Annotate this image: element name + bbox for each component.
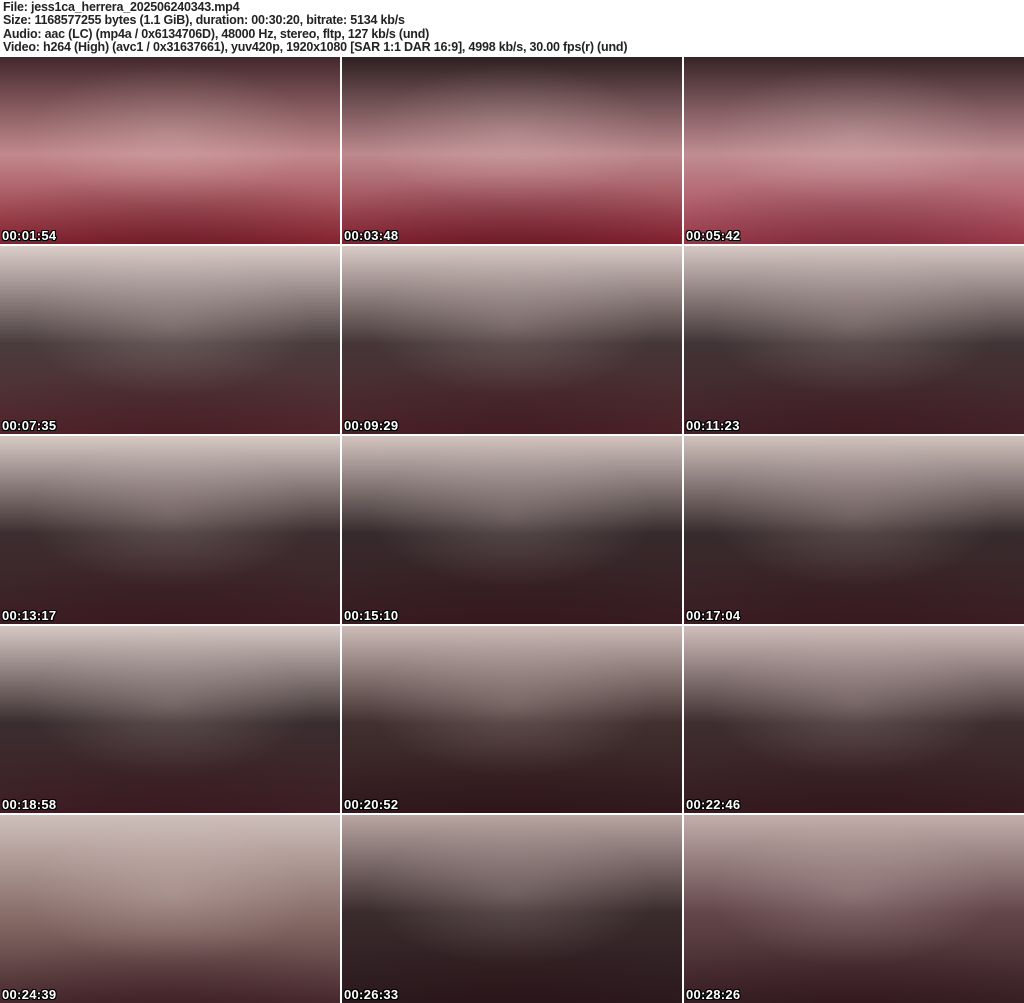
timestamp-overlay: 00:18:58 [2, 797, 57, 813]
timestamp-overlay: 00:20:52 [344, 797, 399, 813]
video-thumbnail: 00:18:58 [0, 625, 340, 814]
timestamp-overlay: 00:09:29 [344, 417, 399, 433]
video-thumbnail: 00:05:42 [684, 56, 1024, 245]
timestamp-overlay: 00:17:04 [686, 607, 741, 623]
video-thumbnail: 00:01:54 [0, 56, 340, 245]
timestamp-overlay: 00:15:10 [344, 607, 399, 623]
video-thumbnail: 00:24:39 [0, 815, 340, 1003]
video-thumbnail: 00:20:52 [342, 625, 682, 814]
thumbnail-grid: 00:01:54 00:03:48 00:05:42 00:07:35 00:0… [0, 56, 1024, 1003]
video-thumbnail: 00:11:23 [684, 246, 1024, 434]
timestamp-overlay: 00:05:42 [686, 228, 741, 244]
timestamp-overlay: 00:28:26 [686, 987, 741, 1002]
video-thumbnail: 00:17:04 [684, 435, 1024, 624]
video-thumbnail: 00:22:46 [684, 625, 1024, 814]
video-thumbnail: 00:15:10 [342, 435, 682, 624]
timestamp-overlay: 00:11:23 [686, 417, 740, 433]
metadata-header: File: jess1ca_herrera_202506240343.mp4 S… [0, 0, 1024, 57]
video-thumbnail: 00:09:29 [342, 246, 682, 434]
timestamp-overlay: 00:13:17 [2, 607, 57, 623]
video-thumbnail: 00:26:33 [342, 815, 682, 1003]
metadata-line-video: Video: h264 (High) (avc1 / 0x31637661), … [3, 40, 628, 55]
thumbnail-contact-sheet: File: jess1ca_herrera_202506240343.mp4 S… [0, 0, 1024, 1003]
timestamp-overlay: 00:01:54 [2, 228, 57, 244]
video-thumbnail: 00:03:48 [342, 56, 682, 245]
timestamp-overlay: 00:26:33 [344, 987, 399, 1002]
video-thumbnail: 00:07:35 [0, 246, 340, 434]
timestamp-overlay: 00:22:46 [686, 797, 741, 813]
metadata-line-file: File: jess1ca_herrera_202506240343.mp4 [3, 0, 240, 14]
timestamp-overlay: 00:07:35 [2, 417, 57, 433]
timestamp-overlay: 00:03:48 [344, 228, 399, 244]
video-thumbnail: 00:13:17 [0, 435, 340, 624]
video-thumbnail: 00:28:26 [684, 815, 1024, 1003]
timestamp-overlay: 00:24:39 [2, 987, 57, 1002]
metadata-line-size: Size: 1168577255 bytes (1.1 GiB), durati… [3, 13, 405, 28]
metadata-line-audio: Audio: aac (LC) (mp4a / 0x6134706D), 480… [3, 26, 430, 41]
